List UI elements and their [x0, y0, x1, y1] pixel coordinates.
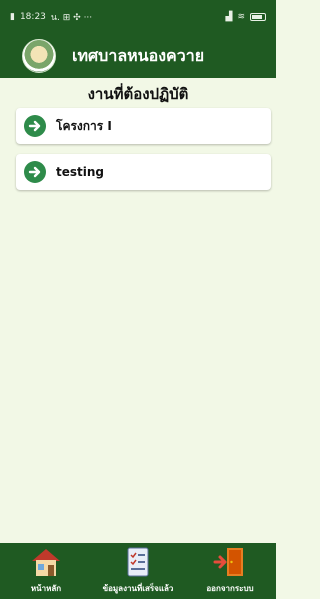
checklist-icon — [120, 544, 156, 580]
nav-completed-label: ข้อมูลงานที่เสร็จแล้ว — [102, 584, 174, 593]
nav-home[interactable]: หน้าหลัก — [1, 544, 91, 595]
arrow-right-icon — [24, 115, 46, 137]
bottom-navigation: หน้าหลัก ข้อมูลงานที่เสร็จแล้ว ออกจากระบ… — [0, 543, 276, 599]
app-title: เทศบาลหนองควาย — [72, 45, 205, 65]
arrow-right-icon — [24, 161, 46, 183]
status-time: 18:23 — [19, 12, 46, 22]
signal-icon: ▮ — [10, 12, 15, 22]
nav-logout-label: ออกจากระบบ — [206, 584, 254, 593]
status-left: ▮ 18:23 น. ⊞ ✣ ··· — [10, 10, 92, 24]
battery-icon — [250, 13, 266, 21]
nav-completed-tasks[interactable]: ข้อมูลงานที่เสร็จแล้ว — [93, 544, 183, 595]
task-label: testing — [56, 165, 104, 179]
nav-logout[interactable]: ออกจากระบบ — [185, 544, 275, 595]
exit-door-icon — [212, 544, 248, 580]
wifi-icon: ≋ — [237, 12, 245, 22]
status-bar: ▮ 18:23 น. ⊞ ✣ ··· ▟ ≋ — [0, 0, 276, 34]
signal-strength-icon: ▟ — [225, 12, 233, 22]
task-label: โครงการ I — [56, 118, 112, 133]
municipality-logo — [22, 39, 56, 73]
app-bar: เทศบาลหนองควาย — [0, 34, 276, 78]
task-item-project-1[interactable]: โครงการ I — [16, 108, 271, 144]
task-item-testing[interactable]: testing — [16, 154, 271, 190]
status-right: ▟ ≋ — [226, 12, 266, 22]
house-icon — [28, 544, 64, 580]
status-notifications: น. ⊞ ✣ ··· — [50, 13, 93, 23]
nav-home-label: หน้าหลัก — [30, 584, 62, 593]
page-title: งานที่ต้องปฏิบัติ — [87, 85, 189, 103]
task-list: โครงการ I testing — [16, 108, 271, 200]
